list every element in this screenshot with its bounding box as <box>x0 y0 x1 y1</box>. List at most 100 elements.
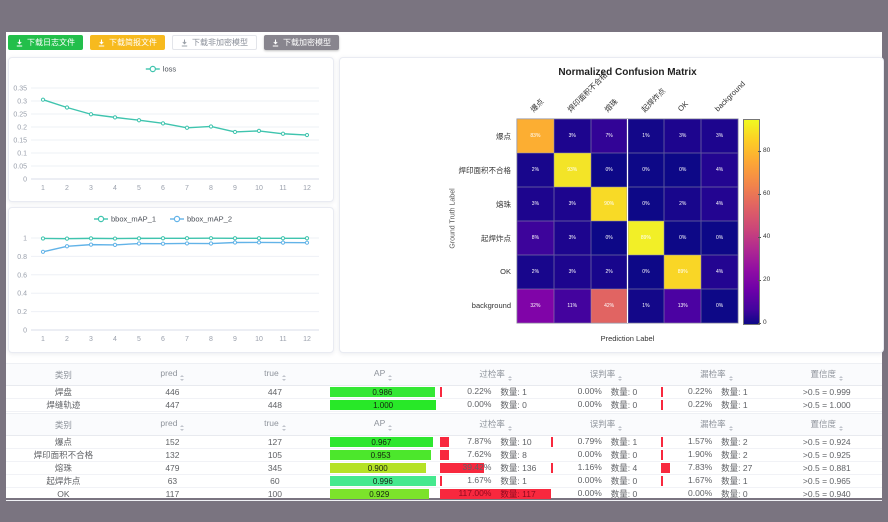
ap-bar: 1.000 <box>330 400 437 410</box>
column-header-漏检率[interactable]: 漏检率 <box>661 414 771 436</box>
sort-icon[interactable] <box>388 425 392 431</box>
x-tick-label: 8 <box>209 336 213 343</box>
column-header-过检率[interactable]: 过检率 <box>440 364 550 386</box>
sort-icon[interactable] <box>729 426 733 432</box>
rate-percent: 0.00% <box>553 449 602 461</box>
x-tick-label: 12 <box>303 185 311 192</box>
column-header-label: true <box>264 418 279 428</box>
column-header-AP[interactable]: AP <box>326 364 441 386</box>
cell-confidence: >0.5 = 0.940 <box>772 488 882 501</box>
column-header-类别: 类别 <box>6 414 121 436</box>
sort-icon[interactable] <box>839 426 843 432</box>
download-log-button[interactable]: 下载日志文件 <box>8 35 83 50</box>
cell-true: 100 <box>224 488 326 501</box>
data-point <box>161 242 164 245</box>
colorbar-tick-mark <box>758 280 761 281</box>
cell-pred: 447 <box>121 399 224 412</box>
sort-icon[interactable] <box>508 426 512 432</box>
table-header-row: 类别 predtrue AP 过检率 误判率 漏检率 置信度 <box>6 364 882 386</box>
column-header-AP[interactable]: AP <box>326 414 441 436</box>
matrix-row-label: 起焊炸点 <box>340 233 511 244</box>
column-header-label: 漏检率 <box>700 419 726 429</box>
rate-quantity: 数量: 0 <box>602 449 659 461</box>
cell-true: 345 <box>224 462 326 475</box>
cell-category: 起焊炸点 <box>6 475 121 488</box>
sort-icon[interactable] <box>508 376 512 382</box>
sort-icon[interactable] <box>180 375 184 381</box>
cell-overdetect-rate: 0.22%数量: 1 <box>440 386 550 399</box>
column-header-漏检率[interactable]: 漏检率 <box>661 364 771 386</box>
rate-quantity: 数量: 117 <box>491 488 548 500</box>
rate-percent: 0.00% <box>442 399 491 411</box>
legend-label: bbox_mAP_1 <box>111 215 156 224</box>
table-row: 焊缝轨迹4474481.0000.00%数量: 00.00%数量: 00.22%… <box>6 399 882 412</box>
x-tick-label: 6 <box>161 185 165 192</box>
rate-percent: 1.90% <box>663 449 712 461</box>
rate-percent: 1.67% <box>663 475 712 487</box>
y-tick-label: 0.1 <box>17 151 27 158</box>
data-point <box>65 245 68 248</box>
sort-icon[interactable] <box>180 425 184 431</box>
y-tick-label: 0.2 <box>17 309 27 316</box>
legend-item-bbox_mAP_1[interactable]: bbox_mAP_1 <box>94 215 156 224</box>
column-header-置信度[interactable]: 置信度 <box>772 364 882 386</box>
matrix-row-label: background <box>340 301 511 310</box>
matrix-xlabel: Prediction Label <box>517 334 738 343</box>
colorbar-tick-label: 60 <box>763 190 770 197</box>
legend-item-loss[interactable]: loss <box>146 65 177 74</box>
sort-icon[interactable] <box>839 376 843 382</box>
download-plain-model-button[interactable]: 下载非加密模型 <box>172 35 257 50</box>
screenshot-root: { "toolbar": { "buttons": [ {"label": "下… <box>0 0 888 522</box>
button-label: 下载加密模型 <box>283 39 331 47</box>
sort-icon[interactable] <box>618 376 622 382</box>
y-tick-label: 0.8 <box>17 254 27 261</box>
column-header-过检率[interactable]: 过检率 <box>440 414 550 436</box>
y-tick-label: 0.25 <box>13 112 27 119</box>
cell-pred: 152 <box>121 436 224 449</box>
column-header-true[interactable]: true <box>224 414 326 436</box>
column-header-label: 置信度 <box>811 419 837 429</box>
sort-icon[interactable] <box>388 375 392 381</box>
download-encrypted-model-button[interactable]: 下载加密模型 <box>264 35 339 50</box>
legend-item-bbox_mAP_2[interactable]: bbox_mAP_2 <box>170 215 232 224</box>
download-icon <box>16 39 23 47</box>
data-point <box>89 237 92 240</box>
rate-percent: 7.83% <box>663 462 712 474</box>
cell-misjudge-rate: 1.16%数量: 4 <box>551 462 661 475</box>
matrix-row-label: OK <box>340 267 511 276</box>
download-icon <box>272 39 279 47</box>
cell-overdetect-rate: 7.87%数量: 10 <box>440 436 550 449</box>
cell-miss-rate: 0.00%数量: 0 <box>661 488 771 501</box>
column-header-pred[interactable]: pred <box>121 364 224 386</box>
sort-icon[interactable] <box>729 376 733 382</box>
download-report-button[interactable]: 下载简报文件 <box>90 35 165 50</box>
data-point <box>89 243 92 246</box>
rate-quantity: 数量: 0 <box>602 475 659 487</box>
sort-icon[interactable] <box>282 375 286 381</box>
cell-overdetect-rate: 7.62%数量: 8 <box>440 449 550 462</box>
data-point <box>209 242 212 245</box>
column-header-true[interactable]: true <box>224 364 326 386</box>
rate-quantity: 数量: 2 <box>712 449 769 461</box>
cell-pred: 446 <box>121 386 224 399</box>
cell-category: 爆点 <box>6 436 121 449</box>
x-tick-label: 11 <box>279 336 286 343</box>
sort-icon[interactable] <box>618 426 622 432</box>
column-header-label: 误判率 <box>590 369 616 379</box>
sort-icon[interactable] <box>282 425 286 431</box>
column-header-label: AP <box>374 368 385 378</box>
rate-quantity: 数量: 0 <box>712 488 769 500</box>
rate-percent: 117.00% <box>442 488 491 500</box>
column-header-label: 类别 <box>55 420 72 430</box>
cell-misjudge-rate: 0.00%数量: 0 <box>551 475 661 488</box>
column-header-pred[interactable]: pred <box>121 414 224 436</box>
column-header-置信度[interactable]: 置信度 <box>772 414 882 436</box>
column-header-误判率[interactable]: 误判率 <box>551 414 661 436</box>
download-icon <box>181 39 188 47</box>
x-tick-label: 8 <box>209 185 213 192</box>
column-header-label: 类别 <box>55 370 72 380</box>
matrix-col-label: 爆点 <box>528 96 546 114</box>
column-header-label: 误判率 <box>590 419 616 429</box>
column-header-label: 漏检率 <box>700 369 726 379</box>
column-header-误判率[interactable]: 误判率 <box>551 364 661 386</box>
